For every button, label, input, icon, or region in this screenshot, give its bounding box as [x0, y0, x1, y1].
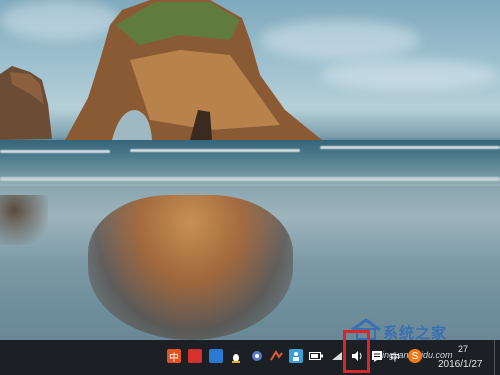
red-app-icon[interactable]	[188, 349, 202, 363]
arch-rock	[65, 0, 322, 140]
battery-icon[interactable]	[309, 349, 323, 363]
clock-time[interactable]: 27	[458, 344, 468, 354]
watermark-brand: 系统之家	[383, 325, 448, 342]
clock-date[interactable]: 2016/1/27	[438, 359, 483, 370]
input-method-icon[interactable]: 中	[388, 349, 402, 364]
rock-reflection-left	[0, 195, 48, 245]
wave-foam	[130, 149, 300, 152]
show-desktop-button[interactable]	[494, 340, 500, 375]
qq-penguin-icon[interactable]	[229, 349, 243, 363]
transfer-app-icon[interactable]	[269, 349, 283, 363]
wifi-icon[interactable]	[330, 349, 344, 363]
blue-app-icon[interactable]	[209, 349, 223, 363]
cloud	[320, 60, 500, 90]
wave-foam	[0, 177, 500, 181]
people-app-icon[interactable]	[289, 349, 303, 363]
wave-foam	[320, 146, 500, 149]
desktop-wallpaper	[0, 0, 500, 340]
left-rock	[0, 66, 52, 140]
wave-foam	[0, 150, 110, 153]
network-app-icon[interactable]	[250, 349, 264, 363]
rock-reflection	[88, 195, 293, 340]
ime-chinese-icon[interactable]: 中	[167, 349, 181, 364]
action-center-icon[interactable]	[370, 349, 384, 363]
highlight-box	[343, 330, 370, 373]
sogou-icon[interactable]: S	[408, 349, 422, 363]
